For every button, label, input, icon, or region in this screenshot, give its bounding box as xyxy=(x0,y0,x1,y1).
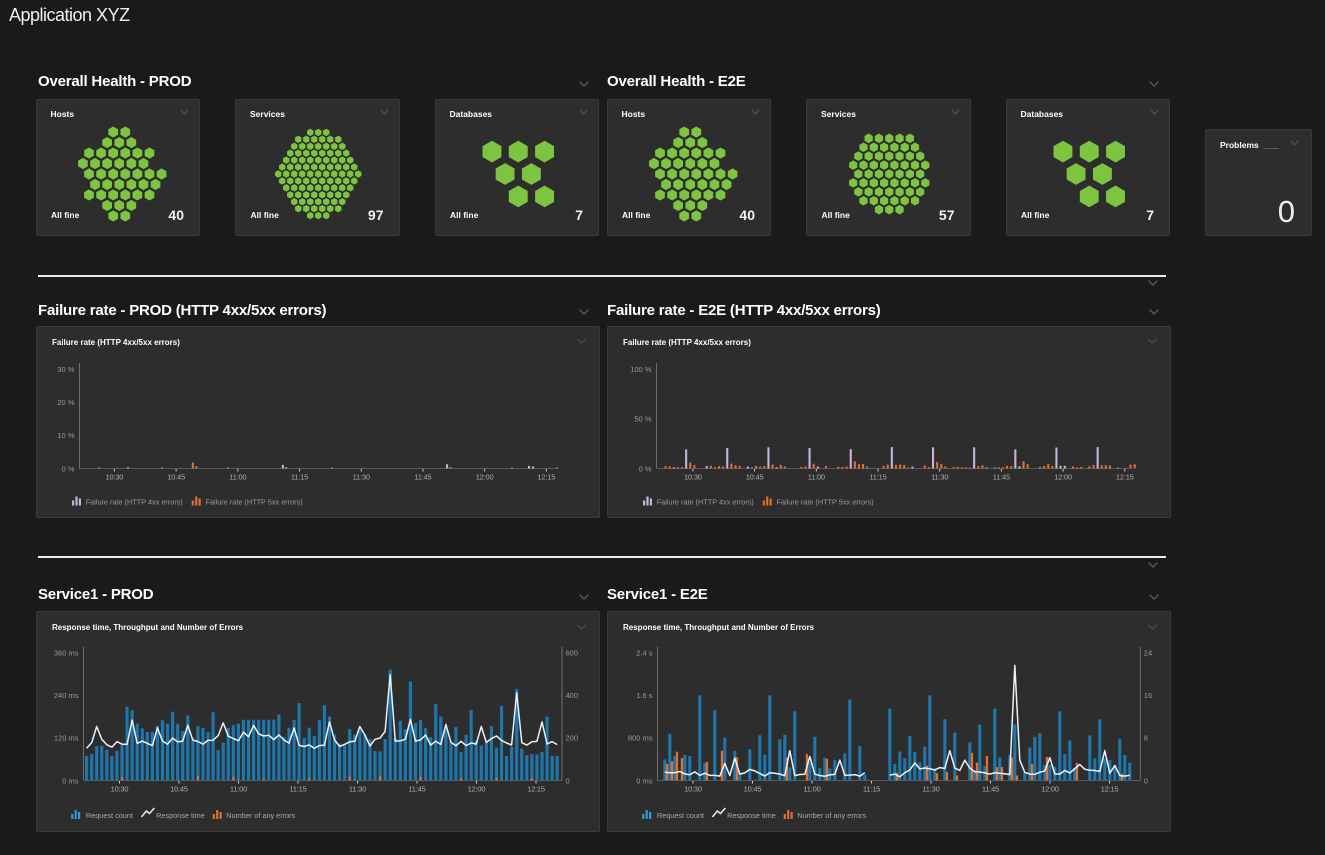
svg-text:11:00: 11:00 xyxy=(807,473,824,482)
svg-text:400: 400 xyxy=(566,691,579,700)
svg-text:8: 8 xyxy=(1143,734,1147,743)
svg-text:11:45: 11:45 xyxy=(408,785,425,794)
svg-text:10:30: 10:30 xyxy=(684,473,702,482)
svg-text:12:15: 12:15 xyxy=(1115,473,1133,482)
svg-text:11:30: 11:30 xyxy=(931,473,948,482)
svg-text:Failure rate (HTTP 5xx errors): Failure rate (HTTP 5xx errors) xyxy=(206,498,303,507)
svg-text:Response time, Throughput and: Response time, Throughput and Number of … xyxy=(623,623,815,632)
svg-text:11:30: 11:30 xyxy=(353,473,370,482)
svg-text:12:00: 12:00 xyxy=(468,785,486,794)
svg-text:11:00: 11:00 xyxy=(229,473,246,482)
svg-text:120 ms: 120 ms xyxy=(54,734,79,743)
svg-text:Response time, Throughput and: Response time, Throughput and Number of … xyxy=(52,623,244,632)
svg-text:600: 600 xyxy=(566,648,579,657)
svg-text:Failure rate (HTTP 4xx errors): Failure rate (HTTP 4xx errors) xyxy=(86,498,183,507)
svg-text:10:45: 10:45 xyxy=(745,473,763,482)
svg-text:Number of any errors: Number of any errors xyxy=(797,811,866,820)
svg-text:0: 0 xyxy=(566,776,570,785)
svg-text:11:45: 11:45 xyxy=(981,785,998,794)
svg-text:12:00: 12:00 xyxy=(476,473,494,482)
svg-text:10:45: 10:45 xyxy=(170,785,188,794)
svg-text:800 ms: 800 ms xyxy=(627,734,652,743)
svg-text:Failure rate (HTTP 4xx/5xx er: Failure rate (HTTP 4xx/5xx errors) xyxy=(623,338,751,347)
svg-text:200: 200 xyxy=(566,734,579,743)
svg-text:12:15: 12:15 xyxy=(1100,785,1118,794)
svg-text:10:45: 10:45 xyxy=(743,785,761,794)
svg-text:24: 24 xyxy=(1143,648,1151,657)
svg-text:12:00: 12:00 xyxy=(1041,785,1059,794)
svg-text:10:30: 10:30 xyxy=(111,785,129,794)
svg-text:Failure rate (HTTP 4xx/5xx err: Failure rate (HTTP 4xx/5xx errors) xyxy=(52,338,180,347)
svg-text:11:30: 11:30 xyxy=(349,785,366,794)
svg-text:12:15: 12:15 xyxy=(527,785,545,794)
svg-text:11:00: 11:00 xyxy=(803,785,820,794)
svg-text:10 %: 10 % xyxy=(57,431,74,440)
svg-text:0 ms: 0 ms xyxy=(636,776,653,785)
svg-text:2.4 s: 2.4 s xyxy=(636,648,653,657)
svg-text:11:15: 11:15 xyxy=(291,473,308,482)
svg-text:11:30: 11:30 xyxy=(922,785,939,794)
svg-text:10:45: 10:45 xyxy=(167,473,185,482)
svg-text:0 %: 0 % xyxy=(638,464,651,473)
svg-text:Response time: Response time xyxy=(156,811,205,820)
svg-text:1.6 s: 1.6 s xyxy=(636,691,653,700)
svg-text:12:15: 12:15 xyxy=(537,473,555,482)
svg-text:11:00: 11:00 xyxy=(230,785,247,794)
svg-text:30 %: 30 % xyxy=(57,365,74,374)
svg-text:Request count: Request count xyxy=(656,811,703,820)
svg-text:100 %: 100 % xyxy=(630,365,652,374)
svg-text:11:15: 11:15 xyxy=(869,473,886,482)
svg-text:0: 0 xyxy=(1143,776,1147,785)
svg-text:20 %: 20 % xyxy=(57,398,74,407)
svg-text:11:15: 11:15 xyxy=(289,785,306,794)
svg-text:Request count: Request count xyxy=(86,811,133,820)
svg-text:50 %: 50 % xyxy=(634,415,651,424)
svg-text:0 ms: 0 ms xyxy=(62,776,79,785)
svg-text:11:45: 11:45 xyxy=(414,473,431,482)
svg-text:11:15: 11:15 xyxy=(862,785,879,794)
svg-text:Failure rate (HTTP 4xx errors): Failure rate (HTTP 4xx errors) xyxy=(656,498,753,507)
svg-text:10:30: 10:30 xyxy=(106,473,124,482)
svg-text:240 ms: 240 ms xyxy=(54,691,79,700)
svg-text:Failure rate (HTTP 5xx errors): Failure rate (HTTP 5xx errors) xyxy=(776,498,873,507)
svg-text:Response time: Response time xyxy=(727,811,776,820)
svg-text:Number of any errors: Number of any errors xyxy=(226,811,295,820)
svg-text:11:45: 11:45 xyxy=(992,473,1009,482)
svg-text:16: 16 xyxy=(1143,691,1151,700)
svg-text:10:30: 10:30 xyxy=(684,785,702,794)
svg-text:360 ms: 360 ms xyxy=(54,648,79,657)
svg-text:12:00: 12:00 xyxy=(1054,473,1072,482)
svg-text:0 %: 0 % xyxy=(62,464,75,473)
